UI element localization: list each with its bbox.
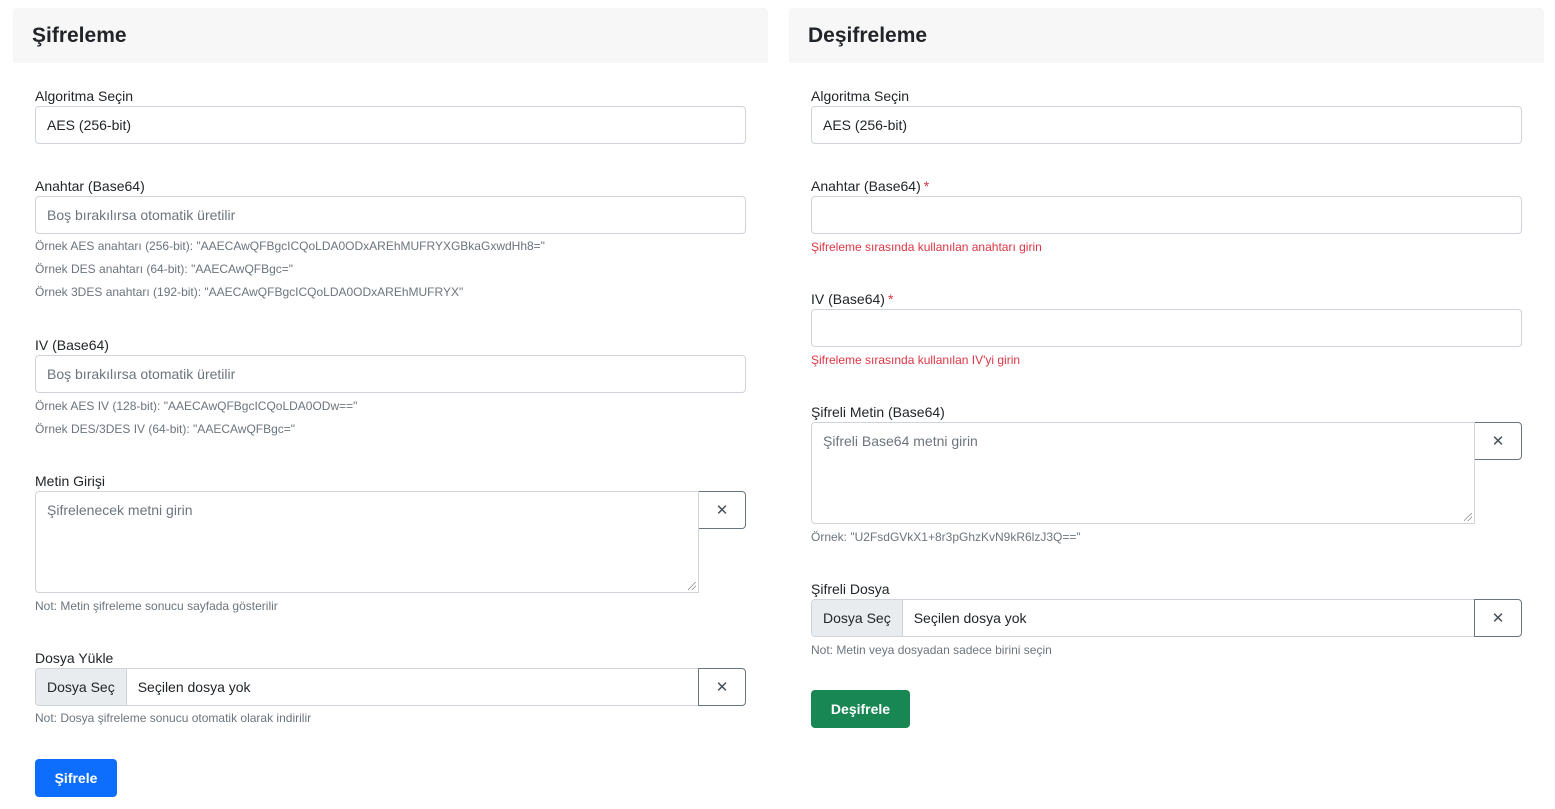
encrypt-iv-input[interactable]: Boş bırakılırsa otomatik üretilir [35,355,746,393]
encrypt-file-note: Not: Dosya şifreleme sonucu otomatik ola… [35,711,312,725]
close-icon: ✕ [715,679,729,696]
decrypt-file-clear-button[interactable]: ✕ [1474,599,1522,637]
encrypt-iv-hint-aes: Örnek AES IV (128-bit): "AAECAwQFBgcICQo… [35,399,358,413]
required-marker: * [923,178,930,194]
encrypt-text-clear-button[interactable]: ✕ [698,491,746,529]
encrypt-iv-group: IV (Base64) Boş bırakılırsa otomatik üre… [35,337,746,437]
decrypt-key-error: Şifreleme sırasında kullanılan anahtarı … [811,240,1042,254]
encrypt-iv-hint-des: Örnek DES/3DES IV (64-bit): "AAECAwQFBgc… [35,422,296,436]
decrypt-key-label-row: Anahtar (Base64) * [811,178,1522,195]
decrypt-cipher-label: Şifreli Metin (Base64) [811,404,945,420]
encrypt-title: Şifreleme [32,23,127,47]
decrypt-iv-label: IV (Base64) [811,291,885,307]
encrypt-key-hint-aes: Örnek AES anahtarı (256-bit): "AAECAwQFB… [35,239,545,253]
decrypt-cipher-placeholder: Şifreli Base64 metni girin [823,433,978,449]
decrypt-algorithm-label: Algoritma Seçin [811,88,910,104]
encrypt-text-placeholder: Şifrelenecek metni girin [47,502,193,518]
decrypt-key-label: Anahtar (Base64) [811,178,921,194]
required-marker: * [887,291,894,307]
decrypt-file-group: Şifreli Dosya Dosya Seç Seçilen dosya yo… [811,581,1522,658]
encrypt-file-choose-button[interactable]: Dosya Seç [36,669,127,705]
encrypt-panel: Şifreleme Algoritma Seçin AES (256-bit) … [13,8,768,809]
encrypt-text-group: Metin Girişi Şifrelenecek metni girin ✕ … [35,473,746,614]
decrypt-cipher-input[interactable]: Şifreli Base64 metni girin [811,422,1475,524]
decrypt-body: Algoritma Seçin AES (256-bit) Anahtar (B… [789,63,1544,809]
encrypt-file-status: Seçilen dosya yok [137,679,251,695]
decrypt-iv-error: Şifreleme sırasında kullanılan IV'yi gir… [811,353,1021,367]
encrypt-panel-header: Şifreleme [13,8,768,63]
close-icon: ✕ [1491,610,1505,627]
encrypt-file-input[interactable]: Dosya Seç Seçilen dosya yok [35,668,699,706]
close-icon: ✕ [715,502,729,519]
encrypt-key-input[interactable]: Boş bırakılırsa otomatik üretilir [35,196,746,234]
decrypt-file-label: Şifreli Dosya [811,581,890,597]
decrypt-cipher-example: Örnek: "U2FsdGVkX1+8r3pGhzKvN9kR6lzJ3Q==… [811,530,1081,544]
decrypt-iv-label-row: IV (Base64) * [811,291,1522,308]
encrypt-algorithm-label: Algoritma Seçin [35,88,134,104]
encrypt-text-label: Metin Girişi [35,473,106,489]
decrypt-submit-button[interactable]: Deşifrele [811,690,910,728]
encrypt-key-hint-3des: Örnek 3DES anahtarı (192-bit): "AAECAwQF… [35,285,464,299]
decrypt-file-input[interactable]: Dosya Seç Seçilen dosya yok [811,599,1475,637]
decrypt-title: Deşifreleme [808,23,928,47]
decrypt-iv-group: IV (Base64) * Şifreleme sırasında kullanı… [811,291,1522,368]
encrypt-file-group: Dosya Yükle Dosya Seç Seçilen dosya yok … [35,650,746,726]
decrypt-cipher-clear-button[interactable]: ✕ [1474,422,1522,460]
decrypt-algorithm-group: Algoritma Seçin AES (256-bit) [811,88,1522,144]
encrypt-key-group: Anahtar (Base64) Boş bırakılırsa otomati… [35,178,746,300]
decrypt-panel-header: Deşifreleme [789,8,1544,63]
decrypt-cipher-group: Şifreli Metin (Base64) Şifreli Base64 me… [811,404,1522,545]
encrypt-key-hint-des: Örnek DES anahtarı (64-bit): "AAECAwQFBg… [35,262,294,276]
decrypt-file-status: Seçilen dosya yok [913,610,1027,626]
decrypt-file-note: Not: Metin veya dosyadan sadece birini s… [811,643,1052,657]
resize-grip-icon[interactable] [1464,513,1472,521]
encrypt-algorithm-group: Algoritma Seçin AES (256-bit) [35,88,746,144]
decrypt-iv-input[interactable] [811,309,1522,347]
encrypt-file-clear-button[interactable]: ✕ [698,668,746,706]
close-icon: ✕ [1491,433,1505,450]
encrypt-file-label: Dosya Yükle [35,650,114,666]
resize-grip-icon[interactable] [688,582,696,590]
encrypt-text-input[interactable]: Şifrelenecek metni girin [35,491,699,593]
encrypt-key-label: Anahtar (Base64) [35,178,145,194]
decrypt-file-choose-button[interactable]: Dosya Seç [812,600,903,636]
decrypt-key-group: Anahtar (Base64) * Şifreleme sırasında ku… [811,178,1522,255]
encrypt-text-note: Not: Metin şifreleme sonucu sayfada göst… [35,599,278,613]
encrypt-algorithm-select[interactable]: AES (256-bit) [35,106,746,144]
encrypt-submit-button[interactable]: Şifrele [35,759,117,797]
encrypt-body: Algoritma Seçin AES (256-bit) Anahtar (B… [13,63,768,809]
encrypt-iv-label: IV (Base64) [35,337,109,353]
decrypt-algorithm-select[interactable]: AES (256-bit) [811,106,1522,144]
decrypt-key-input[interactable] [811,196,1522,234]
decrypt-panel: Deşifreleme Algoritma Seçin AES (256-bit… [789,8,1544,809]
